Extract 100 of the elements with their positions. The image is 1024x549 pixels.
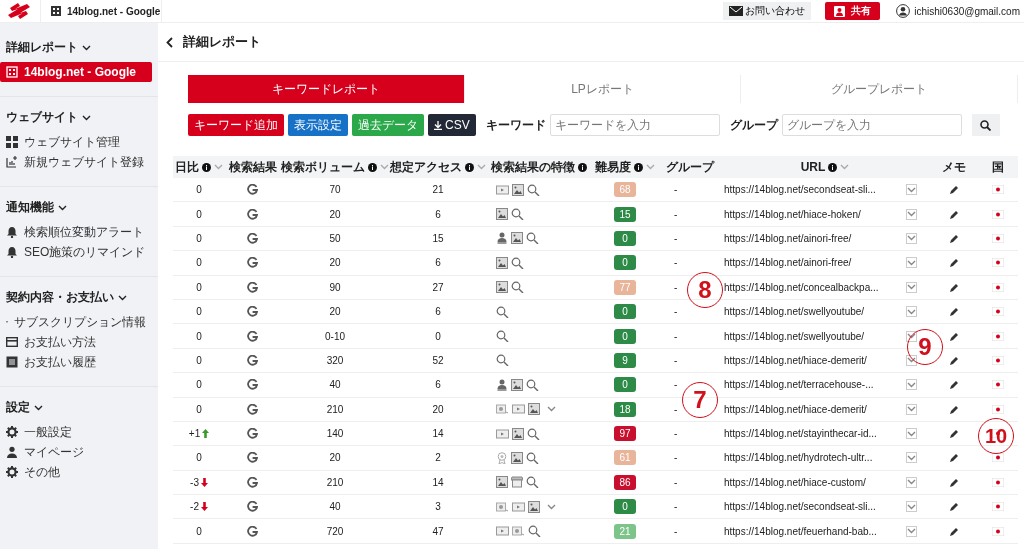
sidebar-section-title[interactable]: 設定: [0, 399, 49, 416]
pencil-icon[interactable]: [949, 404, 959, 414]
sidebar-item[interactable]: お支払い方法: [0, 332, 152, 352]
sidebar-item[interactable]: 検索順位変動アラート: [0, 222, 152, 242]
url-link[interactable]: https://14blog.net/hydrotech-ultr...: [724, 452, 902, 464]
column-header[interactable]: 検索結果の特徴: [490, 158, 575, 176]
share-button[interactable]: 共有: [825, 2, 881, 20]
sidebar-item[interactable]: 一般設定: [0, 422, 152, 442]
pencil-icon[interactable]: [949, 185, 959, 195]
search-icon: [496, 305, 509, 318]
url-link[interactable]: https://14blog.net/swellyoutube/: [724, 330, 902, 342]
image-icon: [511, 378, 523, 391]
url-link[interactable]: https://14blog.net/stayinthecar-id...: [724, 428, 902, 440]
chevron-down-icon: [907, 357, 916, 364]
url-link[interactable]: https://14blog.net/swellyoutube/: [724, 306, 902, 318]
sidebar-item[interactable]: ウェブサイト管理: [0, 132, 152, 152]
search-icon: [526, 452, 539, 464]
pencil-icon[interactable]: [949, 380, 959, 390]
url-dropdown[interactable]: [906, 330, 917, 342]
url-link[interactable]: https://14blog.net/terracehouse-...: [724, 379, 902, 391]
sidebar-item[interactable]: 14blog.net - Google: [0, 62, 152, 82]
pencil-icon[interactable]: [949, 453, 959, 463]
difficulty-badge: 77: [614, 279, 636, 295]
url-dropdown[interactable]: [906, 428, 917, 440]
pencil-icon[interactable]: [949, 233, 959, 243]
column-header[interactable]: 検索ボリューム: [281, 158, 365, 176]
search-icon: [511, 281, 524, 294]
url-dropdown[interactable]: [906, 452, 917, 464]
building-icon: [51, 6, 61, 16]
pencil-icon[interactable]: [949, 429, 959, 439]
url-link[interactable]: https://14blog.net/feuerhand-bab...: [724, 525, 902, 537]
pencil-icon[interactable]: [949, 477, 959, 487]
sidebar-section-title[interactable]: 詳細レポート: [0, 39, 97, 56]
url-link[interactable]: https://14blog.net/secondseat-sli...: [724, 501, 902, 513]
url-dropdown[interactable]: [906, 525, 917, 537]
pencil-icon[interactable]: [949, 331, 959, 341]
pencil-icon[interactable]: [949, 258, 959, 268]
column-header[interactable]: URL: [800, 160, 826, 174]
sidebar-item[interactable]: お支払い履歴: [0, 352, 152, 372]
table-cell: -: [674, 232, 678, 244]
url-link[interactable]: https://14blog.net/concealbackpa...: [724, 281, 902, 293]
search-icon: [511, 256, 524, 269]
pencil-icon[interactable]: [949, 307, 959, 317]
g-icon: [247, 257, 258, 269]
table-cell: 52: [432, 354, 444, 366]
url-link[interactable]: https://14blog.net/hiace-hoken/: [724, 208, 902, 220]
pencil-icon[interactable]: [949, 282, 959, 292]
url-dropdown[interactable]: [906, 476, 917, 488]
pencil-icon[interactable]: [949, 526, 959, 536]
chevron-down-icon: [547, 406, 556, 413]
column-header[interactable]: グループ: [666, 158, 714, 176]
url-link[interactable]: https://14blog.net/ainori-free/: [724, 232, 902, 244]
url-dropdown[interactable]: [906, 501, 917, 513]
keyword-field[interactable]: キーワードを入力: [549, 114, 720, 136]
sidebar-item[interactable]: その他: [0, 462, 152, 482]
url-dropdown[interactable]: [906, 354, 917, 366]
table-cell: -: [674, 208, 678, 220]
column-header[interactable]: 検索結果: [228, 158, 277, 176]
user-avatar-icon[interactable]: [896, 4, 911, 18]
pencil-icon[interactable]: [949, 209, 959, 219]
g-icon: [247, 452, 258, 464]
url-dropdown[interactable]: [906, 232, 917, 244]
column-header[interactable]: 想定アクセス: [390, 158, 462, 176]
url-dropdown[interactable]: [906, 257, 917, 269]
sidebar-item[interactable]: 新規ウェブサイト登録: [0, 152, 152, 172]
search-button[interactable]: [971, 114, 1000, 136]
toolbar-button[interactable]: 表示設定: [288, 114, 348, 136]
url-link[interactable]: https://14blog.net/hiace-demerit/: [724, 354, 902, 366]
sidebar-item[interactable]: マイページ: [0, 442, 152, 462]
url-dropdown[interactable]: [906, 281, 917, 293]
url-link[interactable]: https://14blog.net/hiace-custom/: [724, 476, 902, 488]
contact-button[interactable]: お問い合わせ: [723, 2, 812, 20]
difficulty-badge: 61: [614, 450, 636, 466]
column-header[interactable]: メモ: [942, 158, 966, 176]
pencil-icon[interactable]: [949, 502, 959, 512]
url-dropdown[interactable]: [906, 379, 917, 391]
sidebar-item[interactable]: SEO施策のリマインド: [0, 242, 152, 262]
pencil-icon[interactable]: [949, 355, 959, 365]
toolbar-button[interactable]: CSV: [428, 114, 476, 136]
column-header[interactable]: 難易度: [595, 158, 631, 176]
bell-icon: [6, 246, 18, 258]
sidebar-section-title[interactable]: 契約内容・お支払い: [0, 289, 133, 306]
column-header[interactable]: 国: [992, 158, 1004, 176]
url-dropdown[interactable]: [906, 184, 917, 196]
sidebar-section-title[interactable]: ウェブサイト: [0, 109, 97, 126]
toolbar-button[interactable]: キーワード追加: [188, 114, 284, 136]
url-link[interactable]: https://14blog.net/ainori-free/: [724, 257, 902, 269]
group-field[interactable]: グループを入力: [781, 114, 962, 136]
report-tab[interactable]: キーワードレポート: [188, 75, 465, 103]
column-header[interactable]: 日比: [175, 158, 199, 176]
logo-icon[interactable]: [8, 2, 32, 20]
url-dropdown[interactable]: [906, 306, 917, 318]
url-dropdown[interactable]: [906, 208, 917, 220]
sidebar-section-title[interactable]: 通知機能: [0, 199, 73, 216]
url-dropdown[interactable]: [906, 403, 917, 415]
back-icon[interactable]: [166, 36, 173, 48]
sidebar-item[interactable]: サブスクリプション情報: [0, 312, 152, 332]
table-cell: 2: [435, 452, 441, 464]
url-link[interactable]: https://14blog.net/secondseat-sli...: [724, 184, 902, 196]
url-link[interactable]: https://14blog.net/hiace-demerit/: [724, 403, 902, 415]
